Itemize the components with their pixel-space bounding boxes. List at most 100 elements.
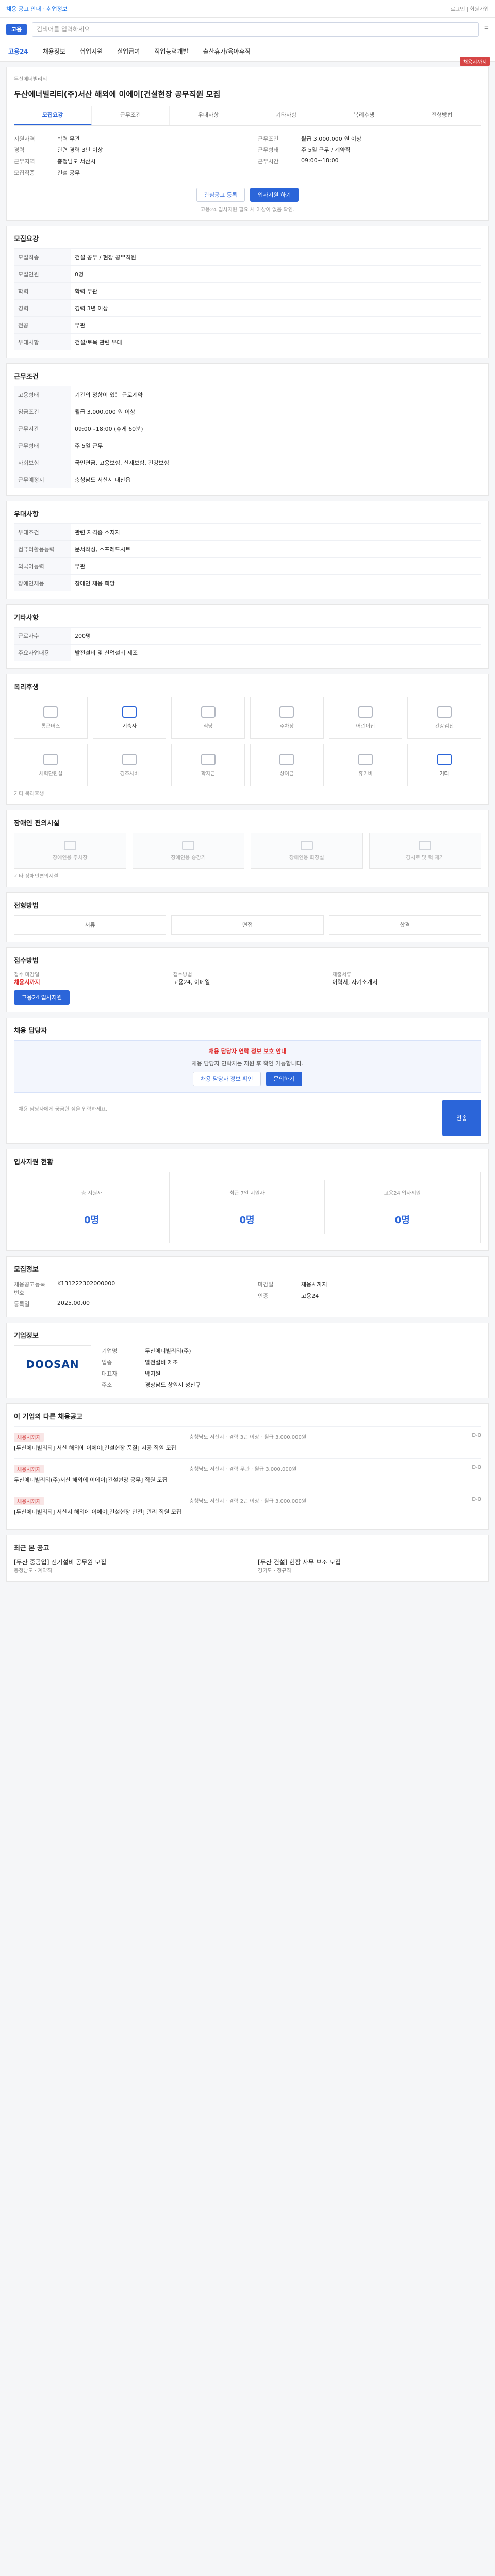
nav-leave[interactable]: 출산휴가/육아휴직 <box>203 47 251 56</box>
footer-recent: 최근 본 공고 [두산 중공업] 전기설비 공무원 모집 충청남도 · 계약직 [… <box>6 1535 489 1582</box>
job-tabs: 모집요강 근무조건 우대사항 기타사항 복리후생 전형방법 <box>14 106 481 126</box>
recent-item[interactable]: [두산 중공업] 전기설비 공무원 모집 충청남도 · 계약직 <box>14 1557 237 1574</box>
related-item[interactable]: 채용시까지 [두산에너빌리티] 서산 해외에 이에이[건설현장 품질] 시공 직원… <box>14 1426 481 1458</box>
work-section: 근무조건 고용형태 기간의 정함이 있는 근로계약 임금조건 월급 3,000,00… <box>6 363 489 496</box>
gym-icon <box>43 753 58 765</box>
parking-icon <box>63 840 76 850</box>
support-note: 기타 장애인편의시설 <box>14 874 58 879</box>
work-table: 고용형태 기간의 정함이 있는 근로계약 임금조건 월급 3,000,000 원 이… <box>14 386 481 488</box>
nav-benefit[interactable]: 실업급여 <box>117 47 140 56</box>
job-head: 두산에너빌리티(주)서산 해외에 이에이[건설현장 공무직원 모집 <box>14 89 481 99</box>
stats-section: 입사지원 현황 총 지원자 0명 최근 7일 지원자 0명 고용24 입사지원 0명 <box>6 1149 489 1251</box>
related-section: 이 기업의 다른 채용공고 채용시까지 [두산에너빌리티] 서산 해외에 이에이[… <box>6 1403 489 1530</box>
summary-row: 근무형태 주 5일 근무 / 계약직 <box>258 147 351 154</box>
section-title: 입사지원 현황 <box>14 1159 54 1166</box>
method-grid: 접수 마감일 채용시까지 고용24 입사지원 접수방법 고용24, 이메일 제출… <box>14 970 481 1005</box>
section-title: 기업정보 <box>14 1332 39 1340</box>
search-input[interactable]: 검색어를 입력하세요 <box>32 22 480 37</box>
welfare-section: 복리후생 통근버스 기숙사 식당 주차장 어린이집 건강검진 체력단련실 경조사… <box>6 674 489 805</box>
inquiry-actions: 채용 담당자 정보 확인 문의하기 <box>21 1072 474 1086</box>
support-item: 경사로 및 턱 제거 <box>369 833 481 869</box>
welfare-item: 기타 <box>407 744 481 786</box>
support-item: 장애인용 주차장 <box>14 833 126 869</box>
inquiry-info-button[interactable]: 채용 담당자 정보 확인 <box>192 1072 261 1086</box>
school-icon <box>201 753 216 765</box>
section-title: 이 기업의 다른 채용공고 <box>14 1413 83 1421</box>
other-section: 기타사항 근로자수 200명 주요사업내용 발전설비 및 산업설비 제조 <box>6 604 489 669</box>
gift-icon <box>122 753 137 765</box>
section-title: 최근 본 공고 <box>14 1545 50 1552</box>
action-row: 관심공고 등록 입사지원 하기 <box>14 188 481 202</box>
section-title: 전형방법 <box>14 902 39 910</box>
recruit-table: 모집직종 건설 공무 / 현장 공무직원 모집인원 0명 학력 학력 무관 경력 경력 … <box>14 248 481 350</box>
process-step: 서류 <box>14 915 167 935</box>
bonus-icon <box>279 753 294 765</box>
welfare-item: 식당 <box>171 697 245 739</box>
vacation-icon <box>358 753 373 765</box>
nav-home[interactable]: 고용24 <box>8 47 28 56</box>
section-title: 장애인 편의시설 <box>14 820 60 827</box>
send-button[interactable]: 전송 <box>442 1100 481 1136</box>
inquiry-alert: 채용 담당자 연락 정보 보호 안내 <box>208 1048 287 1055</box>
related-item[interactable]: 채용시까지 [두산에너빌리티] 서산시 해외에 이에이[건설현장 안전] 관리 직… <box>14 1490 481 1522</box>
summary-left: 지원자격 학력 무관 경력 관련 경력 3년 이상 근무지역 충청남도 서산시 모집직… <box>14 133 237 178</box>
welfare-grid: 통근버스 기숙사 식당 주차장 어린이집 건강검진 체력단련실 경조사비 학자금… <box>14 697 481 786</box>
inquiry-textarea[interactable]: 채용 담당자에게 궁금한 점을 입력하세요. <box>14 1100 437 1136</box>
tab-work[interactable]: 근무조건 <box>92 106 170 125</box>
tab-pref[interactable]: 우대사항 <box>170 106 248 125</box>
deadline-badge: 채용시까지 <box>460 57 490 66</box>
section-title: 모집요강 <box>14 235 39 243</box>
search-row: 고용 검색어를 입력하세요 ☰ <box>0 18 495 41</box>
bookmark-button[interactable]: 관심공고 등록 <box>196 188 245 202</box>
welfare-item: 기숙사 <box>92 697 167 739</box>
nav-support[interactable]: 취업지원 <box>80 47 103 56</box>
rec-info-section: 모집정보 채용공고등록번호 K131222302000000 등록일 2025.00… <box>6 1256 489 1317</box>
process-step: 면접 <box>171 915 324 935</box>
welfare-item: 어린이집 <box>328 697 403 739</box>
recent-item[interactable]: [두산 건설] 현장 사무 보조 모집 경기도 · 정규직 <box>258 1557 481 1574</box>
menu-icon[interactable]: ☰ <box>484 26 489 32</box>
pref-section: 우대사항 우대조건 관련 자격증 소지자 컴퓨터활용능력 문서작성, 스프레드시트 … <box>6 501 489 599</box>
summary-right: 근무조건 월급 3,000,000 원 이상 근무형태 주 5일 근무 / 계약직 … <box>258 133 481 178</box>
process-section: 전형방법 서류 면접 합격 <box>6 892 489 942</box>
company-fields: 기업명 두산에너빌리티(주) 업종 발전설비 제조 대표자 박지원 주소 경상남도 창원… <box>102 1348 201 1388</box>
main-nav: 고용24 채용정보 취업지원 실업급여 직업능력개발 출산휴가/육아휴직 <box>0 41 495 62</box>
notice-text: 채용 공고 안내 · 취업정보 <box>6 5 68 12</box>
tab-process[interactable]: 전형방법 <box>403 106 481 125</box>
tab-welfare[interactable]: 복리후생 <box>325 106 403 125</box>
toilet-icon <box>300 840 313 850</box>
section-title: 채용 담당자 <box>14 1027 47 1035</box>
method-col-3: 제출서류 이력서, 자기소개서 <box>332 972 378 986</box>
other-table: 근로자수 200명 주요사업내용 발전설비 및 산업설비 제조 <box>14 627 481 661</box>
summary-row: 경력 관련 경력 3년 이상 <box>14 147 103 154</box>
inquiry-form: 채용 담당자에게 궁금한 점을 입력하세요. 전송 <box>14 1100 481 1136</box>
apply-button[interactable]: 입사지원 하기 <box>250 188 299 202</box>
tab-other[interactable]: 기타사항 <box>248 106 325 125</box>
welfare-item: 통근버스 <box>14 697 88 739</box>
elevator-icon <box>182 840 195 850</box>
welfare-item: 체력단련실 <box>14 744 88 786</box>
welfare-item: 휴가비 <box>328 744 403 786</box>
related-item[interactable]: 채용시까지 두산에너빌리티(주)서산 해외에 이에이[건설현장 공무] 직원 모집… <box>14 1458 481 1490</box>
top-notice-bar: 채용 공고 안내 · 취업정보 로그인 | 회원가입 <box>0 0 495 18</box>
top-links[interactable]: 로그인 | 회원가입 <box>451 5 489 12</box>
process-steps: 서류 면접 합격 <box>14 915 481 935</box>
nav-training[interactable]: 직업능력개발 <box>154 47 188 56</box>
apply-method-button[interactable]: 고용24 입사지원 <box>14 990 70 1005</box>
nav-job[interactable]: 채용정보 <box>43 47 65 56</box>
summary-row: 근무시간 09:00~18:00 <box>258 157 339 165</box>
method-col-2: 접수방법 고용24, 이메일 <box>173 972 210 986</box>
summary-row: 지원자격 학력 무관 <box>14 135 80 142</box>
content-wrap: 두산에너빌리티 두산에너빌리티(주)서산 해외에 이에이[건설현장 공무직원 모… <box>6 67 489 1582</box>
tab-recruit[interactable]: 모집요강 <box>14 106 92 125</box>
summary-row: 근무조건 월급 3,000,000 원 이상 <box>258 135 362 142</box>
other-icon <box>437 753 452 765</box>
welfare-item: 건강검진 <box>407 697 481 739</box>
stats-grid: 총 지원자 0명 최근 7일 지원자 0명 고용24 입사지원 0명 <box>14 1172 481 1243</box>
section-title: 접수방법 <box>14 957 39 965</box>
method-section: 접수방법 접수 마감일 채용시까지 고용24 입사지원 접수방법 고용24, 이… <box>6 947 489 1012</box>
inquiry-ask-button[interactable]: 문의하기 <box>266 1072 303 1086</box>
rec-info-grid: 채용공고등록번호 K131222302000000 등록일 2025.00.00 마… <box>14 1280 327 1308</box>
ramp-icon <box>419 840 432 850</box>
site-logo[interactable]: 고용 <box>6 23 27 35</box>
